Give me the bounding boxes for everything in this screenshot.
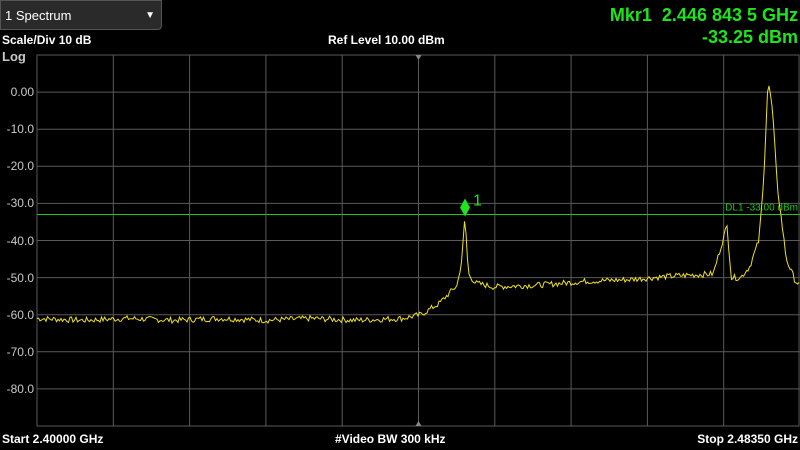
- marker-diamond-icon: [460, 198, 471, 217]
- center-top-marker: [415, 55, 422, 60]
- start-frequency[interactable]: Start 2.40000 GHz: [2, 432, 103, 446]
- spectrum-plot[interactable]: DL1 -33.00 dBm1: [0, 0, 800, 450]
- center-bottom-marker: [415, 421, 422, 426]
- stop-frequency[interactable]: Stop 2.48350 GHz: [697, 432, 798, 446]
- marker-number-label: 1: [473, 192, 482, 209]
- video-bandwidth[interactable]: #Video BW 300 kHz: [335, 432, 445, 446]
